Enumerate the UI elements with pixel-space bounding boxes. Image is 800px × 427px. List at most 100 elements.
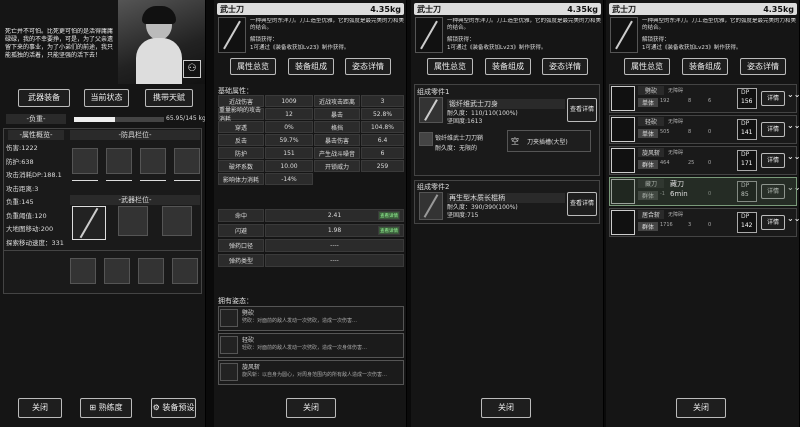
stance-detail-button[interactable]: 详情: [761, 91, 785, 106]
item-desc: 一种典型的东洋刀。刀工造型优雅，它的弧度是最完美的力和美的结合。: [642, 18, 796, 31]
dp-value: 156: [741, 98, 753, 105]
item-header: 武士刀 4.35kg: [609, 3, 797, 15]
damage-value: 192: [660, 98, 670, 104]
damage-value: 505: [660, 129, 670, 135]
tab-weapon-equip[interactable]: 武器装备: [18, 89, 70, 107]
story-text: 死亡并不可怕。比死更可怕的是活得庸庸碌碌，我的不幸要挣，可是，为了父亲遗留下来的…: [5, 28, 114, 59]
part2-view-button[interactable]: 查看详情: [567, 192, 597, 216]
attr-label: 防护: [218, 147, 264, 159]
stat-item: 大地图移动:200: [6, 225, 54, 233]
stance-desc: 劈砍：对面前的敌人发动一次劈砍，造成一次伤害…: [242, 318, 358, 324]
stance-tag: 无障碍: [668, 119, 684, 125]
shield-slot-icon[interactable]: [162, 206, 192, 236]
tab-stance-detail[interactable]: 姿态详情: [542, 58, 588, 75]
stance-detail-button[interactable]: 详情: [761, 153, 785, 168]
equip-preset-button[interactable]: ⚙ 装备预设: [151, 398, 196, 418]
stance-title: 拥有姿态：: [218, 297, 253, 305]
shirt-icon[interactable]: ⚇: [183, 60, 201, 78]
attr-value: 6: [361, 147, 404, 159]
tab-attr-overview[interactable]: 属性总览: [427, 58, 473, 75]
stance-name: 旋风斩: [638, 148, 664, 157]
attr-value: 259: [361, 160, 404, 172]
body-armor-icon[interactable]: [106, 148, 132, 174]
stance-detail-button[interactable]: 详情: [761, 122, 785, 137]
row-detail-button[interactable]: 查看详情: [378, 226, 400, 235]
slash-icon: [220, 309, 238, 327]
tab-equip-composition[interactable]: 装备组成: [288, 58, 334, 75]
attr-label: 暴击伤害: [314, 134, 360, 146]
item-desc: 一种典型的东洋刀。刀工造型优雅，它的弧度是最完美的力和美的结合。: [447, 18, 601, 31]
load-value: 65.95/145 kg: [166, 115, 206, 122]
close-button[interactable]: 关闭: [286, 398, 336, 418]
tab-attr-overview[interactable]: 属性总览: [230, 58, 276, 75]
chevron-down-icon[interactable]: ⌄⌄: [787, 153, 799, 161]
item-name: 武士刀: [220, 4, 244, 14]
tab-equip-composition[interactable]: 装备组成: [485, 58, 531, 75]
stance-slash-icon: [611, 148, 635, 173]
stance-panel: 武士刀 4.35kg 一种典型的东洋刀。刀工造型优雅，它的弧度是最完美的力和美的…: [606, 0, 800, 427]
stance-name: 居合斩: [638, 210, 664, 219]
helmet-icon[interactable]: [140, 148, 166, 174]
attr-label: 穿透: [218, 121, 264, 133]
proficiency-button[interactable]: ⊞ 熟练度: [80, 398, 132, 418]
dp-value: 142: [741, 222, 753, 229]
chevron-down-icon[interactable]: ⌄⌄: [787, 215, 799, 223]
tab-talents[interactable]: 携带天赋: [145, 89, 193, 107]
row-value: ----: [265, 239, 404, 252]
attr-value: 12: [265, 108, 313, 120]
tab-stance-detail[interactable]: 姿态详情: [740, 58, 786, 75]
stance-tag: 无障碍: [668, 150, 684, 156]
slash-icon: [220, 336, 238, 354]
weapon-title: -武器栏位-: [70, 195, 200, 205]
sub-name: 锻纤维武士刀刀鞘: [435, 135, 484, 142]
item-how: 1可通过《装备收获加Lv23》制作获得。: [250, 45, 350, 51]
accessory-slot-1-icon[interactable]: [70, 258, 96, 284]
extra-name: 藏刀: [670, 180, 684, 188]
attr-label: 暴击: [314, 108, 360, 120]
attr-label: 格挡: [314, 121, 360, 133]
attr-value: 1009: [265, 95, 313, 107]
tab-attr-overview[interactable]: 属性总览: [624, 58, 670, 75]
attr-label: 反击: [218, 134, 264, 146]
noise-value: 0: [708, 222, 712, 228]
stance-tag: 无障碍: [668, 212, 684, 218]
close-button[interactable]: 关闭: [18, 398, 62, 418]
accessory-slot-2-icon[interactable]: [104, 258, 130, 284]
scabbard-icon: [419, 132, 433, 146]
part1-title: 组成零件1: [417, 88, 450, 96]
dp-label: DP: [741, 213, 750, 220]
item-name: 武士刀: [612, 4, 636, 14]
stat-item: 伤害:1222: [6, 144, 38, 152]
attr-value: 6.4: [361, 134, 404, 146]
slot-name: 刀夹插槽(大型): [527, 139, 568, 146]
attr-label: 影响体力消耗: [218, 173, 264, 185]
close-button[interactable]: 关闭: [676, 398, 726, 418]
damage-value: 1716: [660, 222, 673, 228]
stance-slash-icon: [611, 117, 635, 142]
close-button[interactable]: 关闭: [481, 398, 531, 418]
gloves-icon[interactable]: [72, 148, 98, 174]
backpack-icon[interactable]: [174, 148, 200, 174]
range-value: 3: [688, 222, 692, 228]
weapon-slot-2-icon[interactable]: [118, 206, 148, 236]
range-value: 8: [688, 98, 692, 104]
stance-detail-button[interactable]: 详情: [761, 215, 785, 230]
stance-kind: 单体: [638, 98, 658, 107]
tab-equip-composition[interactable]: 装备组成: [682, 58, 728, 75]
stance-desc: 轻砍：对面前的敌人发动一次劈砍，造成一次身体伤害…: [242, 345, 368, 351]
accessory-slot-4-icon[interactable]: [172, 258, 198, 284]
dp-label: DP: [741, 89, 750, 96]
proficiency-label: 熟练度: [98, 403, 123, 412]
part1-view-button[interactable]: 查看详情: [567, 98, 597, 122]
stat-item: 负重:145: [6, 198, 34, 206]
tab-current-status[interactable]: 当前状态: [84, 89, 129, 107]
row-value: ----: [265, 254, 404, 267]
accessory-slot-3-icon[interactable]: [138, 258, 164, 284]
row-detail-button[interactable]: 查看详情: [378, 211, 400, 220]
chevron-down-icon[interactable]: ⌄⌄: [787, 91, 799, 99]
attr-label: 破坏系数: [218, 160, 264, 172]
item-unlock: 解锁获得：: [447, 37, 475, 43]
tab-stance-detail[interactable]: 姿态详情: [345, 58, 391, 75]
dp-label: DP: [741, 120, 750, 127]
chevron-down-icon[interactable]: ⌄⌄: [787, 122, 799, 130]
